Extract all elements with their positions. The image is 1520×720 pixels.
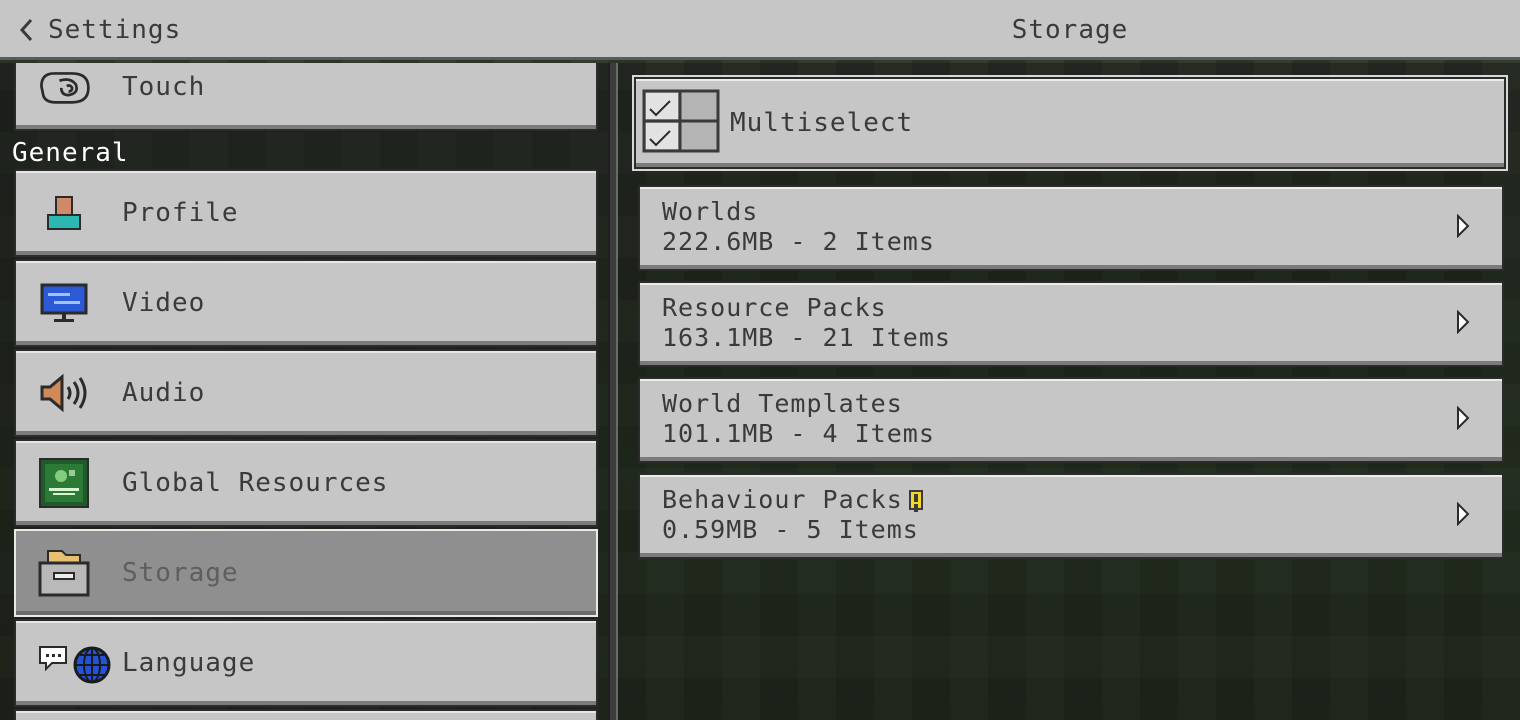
- back-label: Settings: [48, 15, 182, 45]
- multiselect-label: Multiselect: [730, 108, 914, 138]
- panel-divider: [608, 63, 618, 720]
- sidebar-item-audio[interactable]: Audio: [14, 349, 598, 437]
- row-title-wrap: Worlds: [662, 197, 758, 226]
- row-detail: 101.1MB - 4 Items: [662, 419, 935, 448]
- chevron-right-icon: [1456, 213, 1470, 242]
- chevron-right-icon: [1456, 309, 1470, 338]
- storage-row-resource-packs[interactable]: Resource Packs 163.1MB - 21 Items: [638, 281, 1504, 367]
- page-title: Storage: [1011, 15, 1129, 45]
- sidebar-item-label: Video: [122, 288, 206, 318]
- row-detail: 163.1MB - 21 Items: [662, 323, 951, 352]
- warning-icon: [908, 489, 923, 510]
- touch-hand-icon: [36, 63, 92, 112]
- profile-icon: [36, 188, 92, 238]
- sidebar-item-global-resources[interactable]: Global Resources: [14, 439, 598, 527]
- sidebar-item-label: Global Resources: [122, 468, 389, 498]
- sidebar-item-language[interactable]: Language: [14, 619, 598, 707]
- multiselect-button[interactable]: Multiselect: [634, 77, 1506, 169]
- sidebar-item-storage[interactable]: Storage: [14, 529, 598, 617]
- chevron-left-icon: [19, 18, 33, 42]
- video-monitor-icon: [36, 278, 92, 328]
- row-title-wrap: Resource Packs: [662, 293, 887, 322]
- storage-row-world-templates[interactable]: World Templates 101.1MB - 4 Items: [638, 377, 1504, 463]
- row-detail: 222.6MB - 2 Items: [662, 227, 935, 256]
- sidebar-item-touch[interactable]: Touch: [14, 63, 598, 131]
- multiselect-checkbox-icon: [642, 89, 722, 157]
- top-bar: Settings Storage: [0, 0, 1520, 60]
- speaker-icon: [36, 368, 92, 418]
- storage-row-worlds[interactable]: Worlds 222.6MB - 2 Items: [638, 185, 1504, 271]
- row-title: Resource Packs: [662, 293, 887, 322]
- language-globe-icon: [36, 638, 116, 688]
- back-button[interactable]: Settings: [18, 12, 181, 48]
- sidebar-item-next[interactable]: [14, 709, 598, 720]
- sidebar-item-label: Language: [122, 648, 256, 678]
- global-resources-icon: [36, 458, 92, 508]
- chevron-right-icon: [1456, 501, 1470, 530]
- row-detail: 0.59MB - 5 Items: [662, 515, 919, 544]
- sidebar-item-label: Audio: [122, 378, 206, 408]
- sidebar-item-label: Storage: [122, 558, 239, 588]
- settings-sidebar: Touch General Profile Video Audio Global…: [0, 63, 608, 720]
- chevron-right-icon: [1456, 405, 1470, 434]
- storage-box-icon: [36, 548, 92, 598]
- section-header-general: General: [12, 138, 129, 168]
- sidebar-item-video[interactable]: Video: [14, 259, 598, 347]
- row-title: World Templates: [662, 389, 903, 418]
- sidebar-item-profile[interactable]: Profile: [14, 169, 598, 257]
- row-title: Worlds: [662, 197, 759, 226]
- row-title: Behaviour Packs: [662, 485, 903, 514]
- row-title-wrap: World Templates: [662, 389, 903, 418]
- storage-row-behaviour-packs[interactable]: Behaviour Packs 0.59MB - 5 Items: [638, 473, 1504, 559]
- row-title-wrap: Behaviour Packs: [662, 485, 923, 514]
- sidebar-item-label: Touch: [122, 72, 206, 102]
- sidebar-item-label: Profile: [122, 198, 239, 228]
- storage-panel: Multiselect Worlds 222.6MB - 2 Items Res…: [618, 63, 1520, 720]
